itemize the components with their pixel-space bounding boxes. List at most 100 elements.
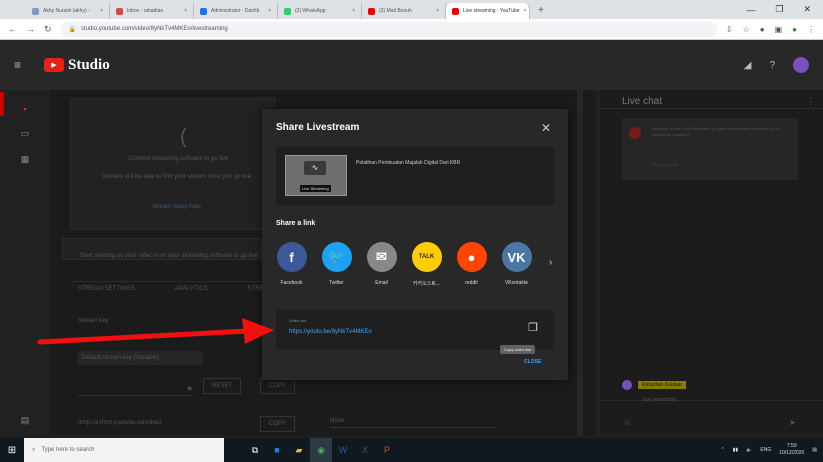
maximize-button[interactable]: ❐ [775,4,783,15]
browser-tab[interactable]: Live streaming - YouTube × [446,3,530,19]
profile-icon[interactable]: ● [792,25,797,34]
file-explorer-icon[interactable]: ▰ [288,438,310,462]
minimize-button[interactable]: — [746,5,755,15]
tab-label: Akhy Nuraini (akhy) - [43,8,90,14]
back-icon[interactable]: ← [8,24,17,34]
chat-composer-user: Rahadian Kautsar [622,380,687,390]
divider [599,400,823,401]
chevron-right-icon[interactable]: › [549,257,559,275]
active-nav-indicator [0,92,4,116]
more-icon[interactable]: ⋮ [806,96,815,107]
close-button[interactable]: CLOSE [524,359,541,365]
broadcast-icon[interactable]: ◢ [744,60,752,71]
powerpoint-icon[interactable]: P [376,438,398,462]
star-icon[interactable]: ☆ [743,25,750,34]
extension-icon[interactable]: ● [760,25,765,34]
tab-close-icon[interactable]: × [524,8,527,14]
calendar-icon[interactable]: ▦ [18,154,32,166]
address-bar: ← → ↻ 🔒 studio.youtube.com/video/8yNkTv4… [0,19,823,40]
download-icon[interactable]: ⇩ [726,25,733,34]
tab-favicon-icon [368,7,375,15]
volume-icon[interactable]: 🔈 [746,447,752,453]
task-view-icon[interactable]: ⧉ [244,438,266,462]
clock-date: 10/12/2020 [779,450,805,456]
tab-label: Administrator - Dashb [211,8,260,14]
tab-close-icon[interactable]: × [352,8,355,14]
feedback-icon[interactable]: ▤ [18,415,32,427]
browser-tab[interactable]: Akhy Nuraini (akhy) - × [26,3,110,19]
tab-close-icon[interactable]: × [268,8,271,14]
url-text: studio.youtube.com/video/8yNkTv4MKEo/liv… [81,26,228,32]
tab-favicon-icon [284,7,291,15]
reset-button[interactable]: RESET [203,378,242,394]
extension-icon[interactable]: ▣ [775,25,783,34]
copy-icon[interactable]: ❐ [528,321,540,335]
stream-key-value: Default stream key (Variable) [78,351,203,365]
word-icon[interactable]: W [332,438,354,462]
tab-analytics[interactable]: ANALYTICS [175,286,208,292]
share-target-reddit[interactable]: ● reddit [456,242,487,292]
notifications-icon[interactable]: ▤ [812,447,817,453]
help-icon[interactable]: ? [769,60,775,71]
video-title: Pelatihan Pembuatan Majalah Digital Dari… [356,160,461,166]
share-target-email[interactable]: ✉ Email [366,242,397,292]
browser-tab[interactable]: Administrator - Dashb × [194,3,278,19]
setup-help-link[interactable]: Stream setup help [152,204,201,210]
excel-icon[interactable]: X [354,438,376,462]
hamburger-icon[interactable]: ≡ [14,58,44,72]
chat-welcome-card: Welcome to live chat! Remember to guard … [622,118,798,180]
menu-icon[interactable]: ⋮ [807,25,815,34]
chat-input[interactable]: Say something... [643,397,680,403]
share-target-[interactable]: TALK 카카오스토... [411,242,442,292]
taskbar-search[interactable]: ⌕ Type here to search [24,438,224,462]
network-icon[interactable]: ▮▮ [733,447,739,453]
taskbar: ⊞ ⌕ Type here to search ⧉ ■ ▰ ◉ W X P ⌃ … [0,438,823,462]
browser-tab[interactable]: Inbox - rahadian × [110,3,194,19]
studio-logo-text[interactable]: Studio [68,57,110,74]
stream-key-field[interactable] [78,382,193,396]
close-icon[interactable]: ✕ [541,121,551,135]
tab-close-icon[interactable]: × [100,8,103,14]
youtube-logo-icon[interactable]: ▶ [44,58,64,72]
tab-favicon-icon [452,7,459,15]
browser-tab[interactable]: (3) Mati Bunuh × [362,3,446,19]
chrome-icon[interactable]: ◉ [310,438,332,462]
taskbar-app-icon[interactable]: ■ [266,438,288,462]
clock[interactable]: 7:59 10/12/2020 [779,443,804,457]
video-link-url[interactable]: https://youtu.be/8yNkTv4MKEo [289,329,372,335]
share-label: reddit [465,280,478,286]
share-section-label: Share a link [276,220,316,227]
share-target-vkontakte[interactable]: VK VKontakte [501,242,532,292]
share-target-facebook[interactable]: f Facebook [276,242,307,292]
tab-stream-settings[interactable]: STREAM SETTINGS [78,286,135,292]
tab-close-icon[interactable]: × [436,8,439,14]
avatar[interactable] [793,57,809,73]
visibility-icon[interactable]: ◉ [187,385,192,392]
reload-icon[interactable]: ↻ [44,24,52,35]
chevron-up-icon[interactable]: ⌃ [720,447,724,453]
dvr-select[interactable]: None [330,418,495,428]
share-livestream-dialog: Share Livestream ✕ ∿ Live Streaming Pela… [262,109,568,380]
share-target-twitter[interactable]: 🐦 Twitter [321,242,352,292]
copy-key-button[interactable]: COPY [260,378,296,394]
windows-start-icon[interactable]: ⊞ [0,438,24,462]
dialog-title: Share Livestream [276,122,360,133]
live-icon[interactable]: ▪ [18,104,32,116]
loading-icon: ( [180,126,187,148]
window-close-button[interactable]: ✕ [803,4,811,15]
language-icon[interactable]: ENG [760,447,771,453]
share-label: Email [375,280,388,286]
share-icon: VK [501,242,532,272]
emoji-icon[interactable]: ☺ [623,418,631,427]
video-thumbnail: ∿ Live Streaming [285,155,347,196]
forward-icon[interactable]: → [26,24,35,34]
browser-tab[interactable]: (2) WhatsApp × [278,3,362,19]
new-tab-button[interactable]: + [530,3,552,19]
scrollbar[interactable] [577,90,583,435]
stream-icon[interactable]: ▭ [18,128,32,140]
url-field[interactable]: 🔒 studio.youtube.com/video/8yNkTv4MKEo/l… [60,21,717,37]
copy-url-button[interactable]: COPY [260,416,296,432]
learn-more-link[interactable]: LEARN MORE [652,162,678,167]
send-icon[interactable]: ➤ [789,418,796,427]
tab-close-icon[interactable]: × [184,8,187,14]
